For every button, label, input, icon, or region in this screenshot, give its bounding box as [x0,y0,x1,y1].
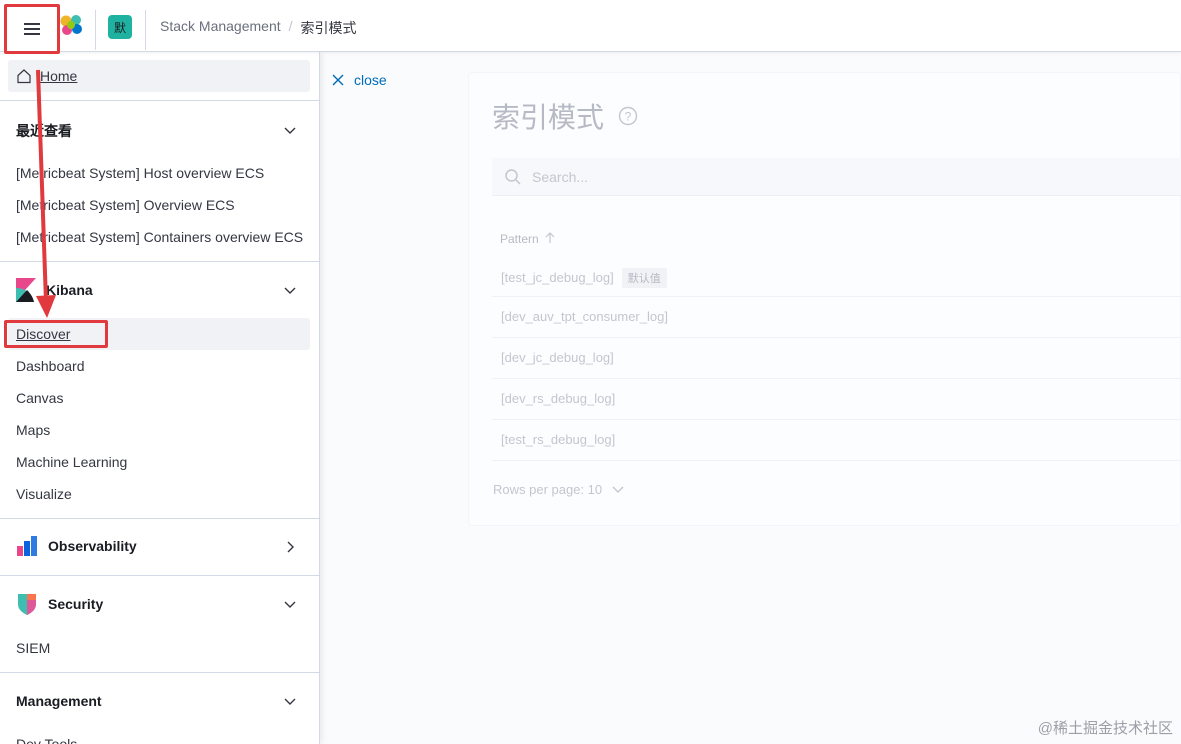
search-input[interactable]: Search... [492,158,1181,196]
pattern-link[interactable]: [dev_jc_debug_log] [501,350,614,365]
default-badge: 默认值 [621,268,667,288]
top-header: 默 Stack Management / 索引模式 [0,0,1181,54]
table-row[interactable]: [dev_jc_debug_log] [492,338,1181,379]
nav-canvas-link[interactable]: Canvas [16,390,312,406]
breadcrumb-stack-management[interactable]: Stack Management [160,18,281,38]
sort-arrow-up-icon [545,232,555,243]
elastic-logo-icon[interactable] [58,12,84,38]
close-icon [332,74,344,86]
side-nav: Home 最近查看 [Metricbeat System] Host overv… [0,52,320,744]
security-group-header[interactable]: Security [16,592,103,616]
table-row[interactable]: [test_rs_debug_log] [492,420,1181,461]
nav-siem-link[interactable]: SIEM [16,640,312,656]
chevron-down-icon[interactable] [282,282,298,298]
nav-dev-tools-link[interactable]: Dev Tools [16,736,312,744]
header-divider [95,10,96,50]
pattern-link[interactable]: [dev_rs_debug_log] [501,391,615,406]
chevron-down-icon[interactable] [282,122,298,138]
chevron-down-icon [612,486,624,493]
nav-maps-link[interactable]: Maps [16,422,312,438]
pattern-column-label: Pattern [500,232,539,246]
nav-discover-link[interactable]: Discover [16,326,70,342]
security-logo-icon [18,594,36,615]
search-icon [505,168,521,185]
management-group-title: Management [16,693,102,709]
observability-group-title: Observability [48,538,137,554]
close-label: close [354,72,387,88]
table-row[interactable]: [dev_auv_tpt_consumer_log] [492,297,1181,338]
rows-per-page-label: Rows per page: 10 [493,482,603,497]
recent-item[interactable]: [Metricbeat System] Overview ECS [16,197,312,213]
watermark: @稀土掘金技术社区 [1037,720,1173,737]
nav-machine-learning-link[interactable]: Machine Learning [16,454,312,470]
header-divider [145,10,146,50]
svg-text:?: ? [625,110,632,124]
nav-home-label: Home [40,68,78,84]
pattern-link[interactable]: [test_rs_debug_log] [501,432,615,447]
page-title-text: 索引模式 [492,102,605,133]
kibana-group-title: Kibana [46,282,93,298]
observability-logo-icon [17,536,37,556]
breadcrumb: Stack Management / 索引模式 [160,18,357,38]
nav-divider [0,672,319,673]
pattern-link[interactable]: [dev_auv_tpt_consumer_log] [501,309,668,324]
search-placeholder: Search... [532,168,589,185]
nav-divider [0,261,319,262]
kibana-group-header[interactable]: Kibana [16,278,93,302]
recent-group-title: 最近查看 [16,123,72,139]
kibana-logo-icon [16,278,36,302]
page-title: 索引模式 ? [492,96,638,136]
pattern-column-header[interactable]: Pattern [500,232,555,246]
home-icon [17,69,31,84]
nav-home-link[interactable]: Home [8,60,310,92]
management-group-header[interactable]: Management [16,693,102,709]
nav-dashboard-link[interactable]: Dashboard [16,358,312,374]
nav-divider [0,575,319,576]
hamburger-icon [24,23,40,35]
close-flyout-button[interactable]: close [332,72,387,88]
breadcrumb-separator: / [288,18,293,34]
breadcrumb-index-patterns: 索引模式 [300,20,357,36]
recent-group-header[interactable]: 最近查看 [16,121,72,141]
table-row[interactable]: [dev_rs_debug_log] [492,379,1181,420]
space-avatar[interactable]: 默 [108,15,132,39]
recent-item[interactable]: [Metricbeat System] Containers overview … [16,229,312,245]
recent-item[interactable]: [Metricbeat System] Host overview ECS [16,165,312,181]
help-icon[interactable]: ? [618,106,638,126]
security-group-title: Security [48,596,104,612]
menu-toggle-button[interactable] [4,4,60,54]
chevron-down-icon[interactable] [282,596,298,612]
rows-per-page-button[interactable]: Rows per page: 10 [493,482,624,497]
chevron-down-icon[interactable] [282,693,298,709]
observability-group-header[interactable]: Observability [16,535,137,557]
nav-visualize-link[interactable]: Visualize [16,486,312,502]
nav-divider [0,100,319,101]
pattern-link[interactable]: [test_jc_debug_log] [501,270,614,285]
chevron-right-icon[interactable] [282,539,298,555]
nav-divider [0,518,319,519]
table-row[interactable]: [test_jc_debug_log] 默认值 [492,256,1181,297]
